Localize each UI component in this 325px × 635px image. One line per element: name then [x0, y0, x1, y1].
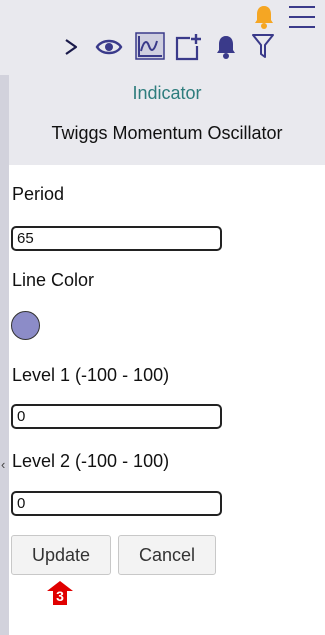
- top-toolbar: [0, 0, 325, 75]
- play-icon[interactable]: [64, 38, 78, 56]
- level2-input[interactable]: [11, 491, 222, 516]
- eye-icon[interactable]: [95, 37, 123, 57]
- bell-icon[interactable]: [214, 33, 238, 60]
- panel-title: Indicator: [132, 83, 202, 103]
- chart-line-icon[interactable]: [135, 32, 165, 60]
- panel-header: Indicator Twiggs Momentum Oscillator: [9, 75, 325, 165]
- period-input[interactable]: [11, 226, 222, 251]
- notification-bell-icon[interactable]: [253, 4, 275, 30]
- filter-icon[interactable]: [251, 32, 275, 60]
- menu-icon[interactable]: [289, 6, 315, 28]
- level1-input[interactable]: [11, 404, 222, 429]
- update-button[interactable]: Update: [11, 535, 111, 575]
- cancel-button[interactable]: Cancel: [118, 535, 216, 575]
- line-color-label: Line Color: [12, 270, 95, 290]
- level1-label: Level 1 (-100 - 100): [12, 365, 170, 385]
- level2-label: Level 2 (-100 - 100): [12, 451, 170, 471]
- sidebar-edge: [0, 75, 9, 635]
- step-badge-number: 3: [56, 588, 64, 604]
- line-color-swatch[interactable]: [11, 311, 40, 340]
- period-label: Period: [12, 184, 65, 204]
- indicator-name: Twiggs Momentum Oscillator: [51, 123, 283, 143]
- add-panel-icon[interactable]: [174, 33, 202, 61]
- step-badge: 3: [46, 580, 74, 606]
- collapse-sidebar-icon[interactable]: ‹: [1, 458, 5, 471]
